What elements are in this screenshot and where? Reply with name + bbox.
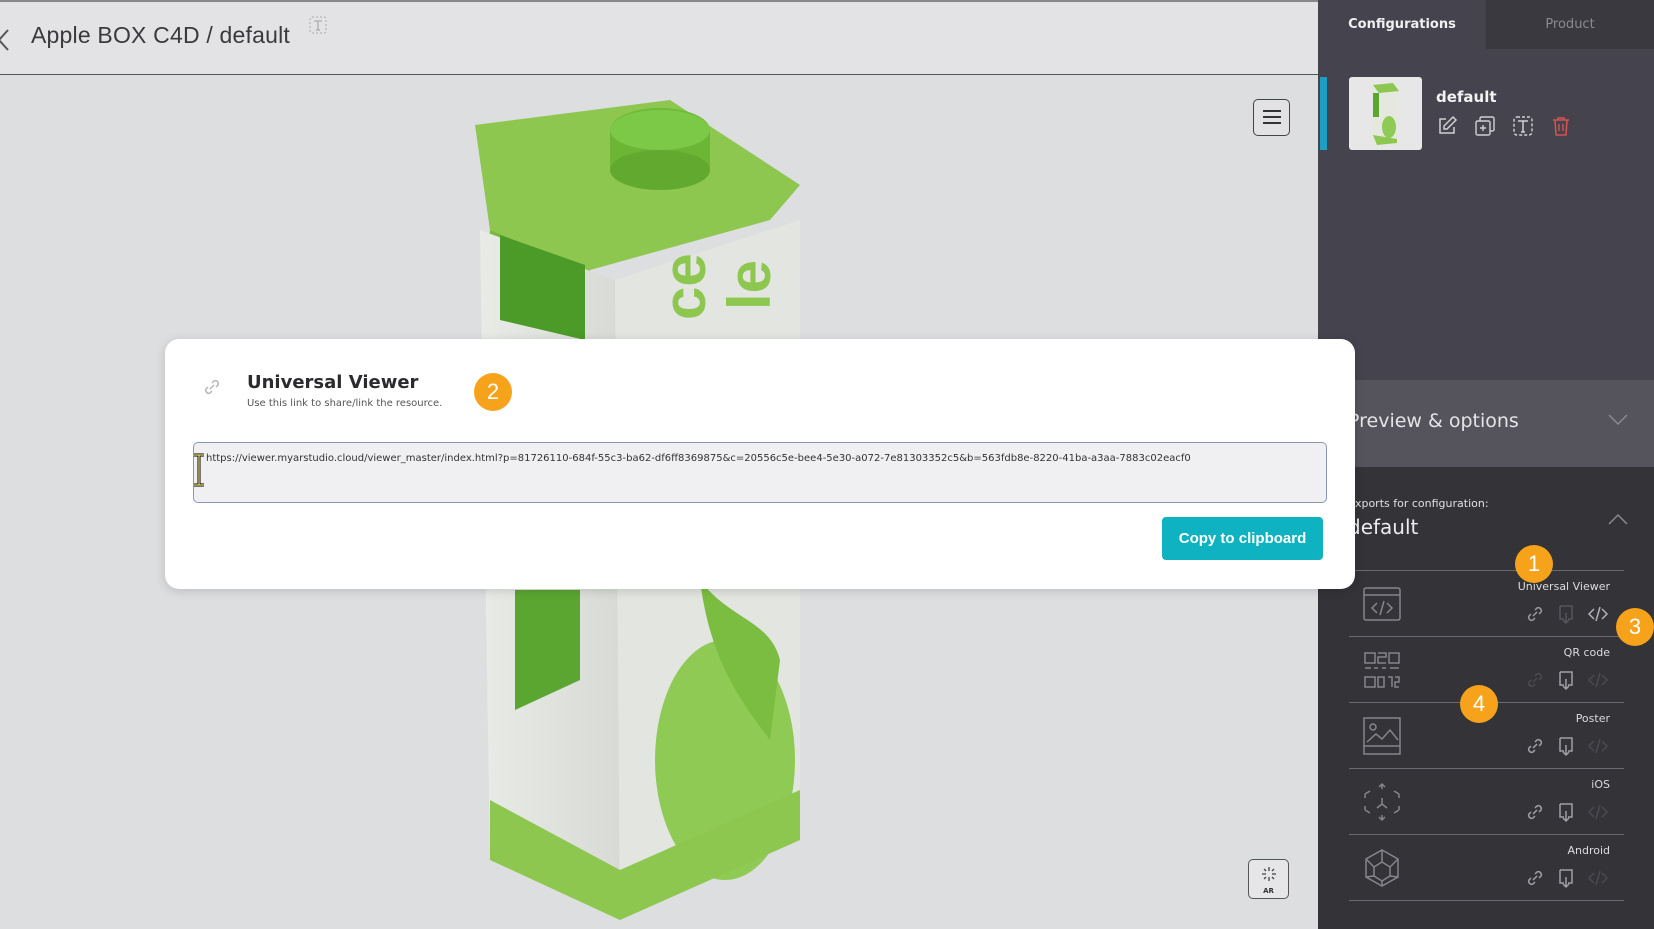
exports-divider (1349, 900, 1624, 901)
svg-text:ce: ce (651, 253, 718, 320)
link-icon[interactable] (1524, 603, 1546, 625)
exports-label: Exports for configuration: (1348, 497, 1489, 510)
export-name: iOS (1591, 778, 1610, 791)
delete-icon[interactable] (1550, 115, 1572, 137)
url-textarea[interactable]: https://viewer.myarstudio.cloud/viewer_m… (193, 442, 1327, 503)
link-icon[interactable] (1524, 669, 1546, 691)
embed-code-icon[interactable] (1587, 801, 1609, 823)
duplicate-icon[interactable] (1474, 115, 1496, 137)
svg-text:le: le (716, 260, 783, 310)
link-icon[interactable] (1524, 867, 1546, 889)
export-row-universal-viewer: Universal Viewer (1349, 570, 1624, 636)
back-chevron-icon[interactable] (0, 26, 14, 54)
hamburger-icon-line (1263, 122, 1281, 124)
ar-label: AR (1263, 887, 1274, 895)
qr-code-icon (1364, 652, 1400, 688)
image-icon (1363, 717, 1401, 755)
code-window-icon (1363, 587, 1401, 621)
page-title: Apple BOX C4D / default (31, 22, 291, 48)
hamburger-icon (1263, 110, 1281, 112)
export-row-ios: iOS (1349, 768, 1624, 834)
preview-options-section[interactable]: Preview & options (1318, 380, 1654, 467)
rename-icon[interactable] (309, 16, 327, 34)
hamburger-icon-line (1263, 116, 1281, 118)
ar-cube-icon (1364, 782, 1400, 822)
export-name: QR code (1563, 646, 1610, 659)
tab-configurations[interactable]: Configurations (1318, 0, 1486, 49)
panel-tabs: Configurations Product (1318, 0, 1654, 49)
step-badge-3: 3 (1616, 608, 1654, 646)
export-name: Android (1567, 844, 1610, 857)
rename-icon[interactable] (1512, 115, 1534, 137)
config-thumbnail[interactable] (1349, 77, 1422, 150)
embed-code-icon[interactable] (1587, 603, 1609, 625)
embed-code-icon[interactable] (1587, 867, 1609, 889)
export-row-android: Android (1349, 834, 1624, 900)
tab-product[interactable]: Product (1486, 0, 1654, 49)
download-icon[interactable] (1555, 603, 1577, 625)
link-icon[interactable] (1524, 801, 1546, 823)
step-badge-2: 2 (474, 373, 512, 411)
export-name: Poster (1575, 712, 1610, 725)
edit-icon[interactable] (1436, 115, 1458, 137)
app-root: Apple BOX C4D / default ce le AR Configu… (0, 0, 1654, 929)
modal-title: Universal Viewer (247, 372, 419, 393)
ar-icon (1262, 867, 1276, 881)
embed-code-icon[interactable] (1587, 669, 1609, 691)
ar-button[interactable]: AR (1248, 859, 1289, 899)
modal-subtitle: Use this link to share/link the resource… (247, 398, 443, 409)
step-badge-4: 4 (1460, 685, 1498, 723)
step-badge-1: 1 (1515, 545, 1553, 583)
preview-options-title: Preview & options (1348, 410, 1519, 432)
embed-code-icon[interactable] (1587, 735, 1609, 757)
download-icon[interactable] (1555, 801, 1577, 823)
active-config-indicator (1320, 77, 1327, 150)
chevron-down-icon (1608, 414, 1628, 426)
exports-config-name: default (1348, 515, 1419, 539)
download-icon[interactable] (1555, 867, 1577, 889)
top-bar: Apple BOX C4D / default (0, 0, 1318, 75)
3d-box-icon (1365, 849, 1399, 887)
universal-viewer-modal: Universal Viewer Use this link to share/… (165, 339, 1355, 589)
menu-button[interactable] (1253, 99, 1290, 136)
config-name: default (1436, 88, 1497, 106)
download-icon[interactable] (1555, 735, 1577, 757)
carton-thumbnail-icon (1371, 83, 1399, 145)
copy-to-clipboard-button[interactable]: Copy to clipboard (1162, 517, 1323, 560)
link-icon (204, 379, 220, 395)
side-panel: Configurations Product default Preview &… (1318, 0, 1654, 929)
chevron-up-icon[interactable] (1608, 513, 1628, 525)
link-icon[interactable] (1524, 735, 1546, 757)
download-icon[interactable] (1555, 669, 1577, 691)
